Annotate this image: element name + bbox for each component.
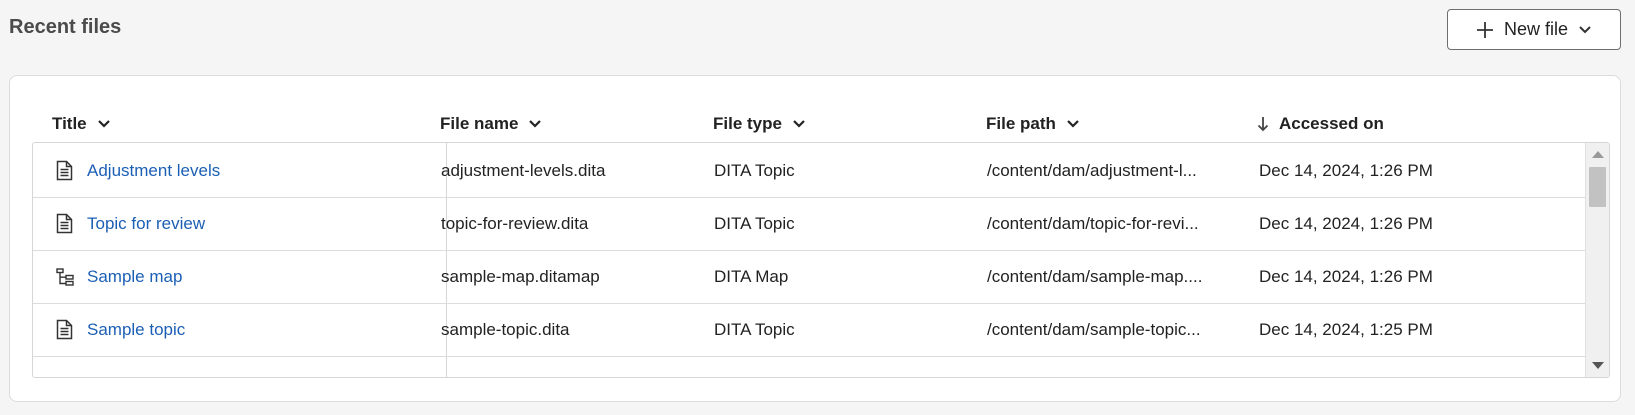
map-tree-icon [56, 249, 74, 304]
chevron-down-icon [1578, 25, 1592, 35]
file-path-cell: /content/dam/sample-topic... [987, 319, 1201, 339]
column-header-accessed-on[interactable]: Accessed on [1257, 112, 1384, 136]
column-header-label: File name [440, 114, 519, 133]
column-header-file-name[interactable]: File name [440, 112, 542, 136]
document-icon [56, 196, 73, 251]
accessed-on-cell: Dec 14, 2024, 1:26 PM [1259, 266, 1433, 286]
title-link[interactable]: Sample topic [87, 302, 185, 357]
document-icon [56, 143, 73, 198]
column-header-label: Title [52, 114, 87, 133]
column-header-label: File path [986, 114, 1056, 133]
chevron-down-icon [528, 119, 542, 129]
column-header-file-type[interactable]: File type [713, 112, 806, 136]
title-link[interactable]: Sample map [87, 249, 182, 304]
file-path-cell: /content/dam/sample-map.... [987, 266, 1203, 286]
file-path-cell: /content/dam/adjustment-l... [987, 160, 1197, 180]
new-file-label: New file [1503, 19, 1569, 39]
accessed-on-cell: Dec 14, 2024, 1:25 PM [1259, 319, 1433, 339]
file-type-cell: DITA Topic [714, 160, 795, 180]
table-body: Adjustment levels adjustment-levels.dita… [32, 142, 1610, 378]
table-row[interactable]: Topic for review topic-for-review.dita D… [33, 196, 1586, 251]
file-name-cell: topic-for-review.dita [441, 213, 589, 233]
table-row[interactable]: Sample map sample-map.ditamap DITA Map /… [33, 249, 1586, 304]
file-name-cell: adjustment-levels.dita [441, 160, 606, 180]
table-row[interactable]: Sample topic sample-topic.dita DITA Topi… [33, 302, 1586, 357]
column-header-label: Accessed on [1279, 114, 1384, 133]
accessed-on-cell: Dec 14, 2024, 1:26 PM [1259, 160, 1433, 180]
title-link[interactable]: Adjustment levels [87, 143, 220, 198]
page-title: Recent files [9, 16, 122, 38]
title-link[interactable]: Topic for review [87, 196, 205, 251]
table-row[interactable] [33, 355, 1586, 377]
column-header-file-path[interactable]: File path [986, 112, 1080, 136]
file-type-cell: DITA Map [714, 266, 789, 286]
document-icon [56, 302, 73, 357]
scroll-down-arrow-icon[interactable] [1592, 362, 1604, 369]
chevron-down-icon [1066, 119, 1080, 129]
column-header-label: File type [713, 114, 782, 133]
vertical-scrollbar[interactable] [1585, 143, 1609, 377]
scroll-thumb[interactable] [1589, 167, 1606, 207]
scroll-up-arrow-icon[interactable] [1592, 151, 1604, 158]
column-header-title[interactable]: Title [52, 112, 111, 136]
recent-files-card: Title File name File type File path Acce… [9, 75, 1621, 402]
chevron-down-icon [97, 119, 111, 129]
chevron-down-icon [792, 119, 806, 129]
table-row[interactable]: Adjustment levels adjustment-levels.dita… [33, 143, 1586, 198]
file-type-cell: DITA Topic [714, 319, 795, 339]
file-name-cell: sample-topic.dita [441, 319, 570, 339]
file-path-cell: /content/dam/topic-for-revi... [987, 213, 1199, 233]
file-name-cell: sample-map.ditamap [441, 266, 600, 286]
arrow-down-icon [1257, 116, 1269, 132]
table-rows: Adjustment levels adjustment-levels.dita… [33, 143, 1586, 377]
document-icon [56, 367, 73, 377]
new-file-button[interactable]: New file [1447, 9, 1621, 50]
file-type-cell: DITA Topic [714, 213, 795, 233]
plus-icon [1476, 21, 1494, 39]
accessed-on-cell: Dec 14, 2024, 1:26 PM [1259, 213, 1433, 233]
